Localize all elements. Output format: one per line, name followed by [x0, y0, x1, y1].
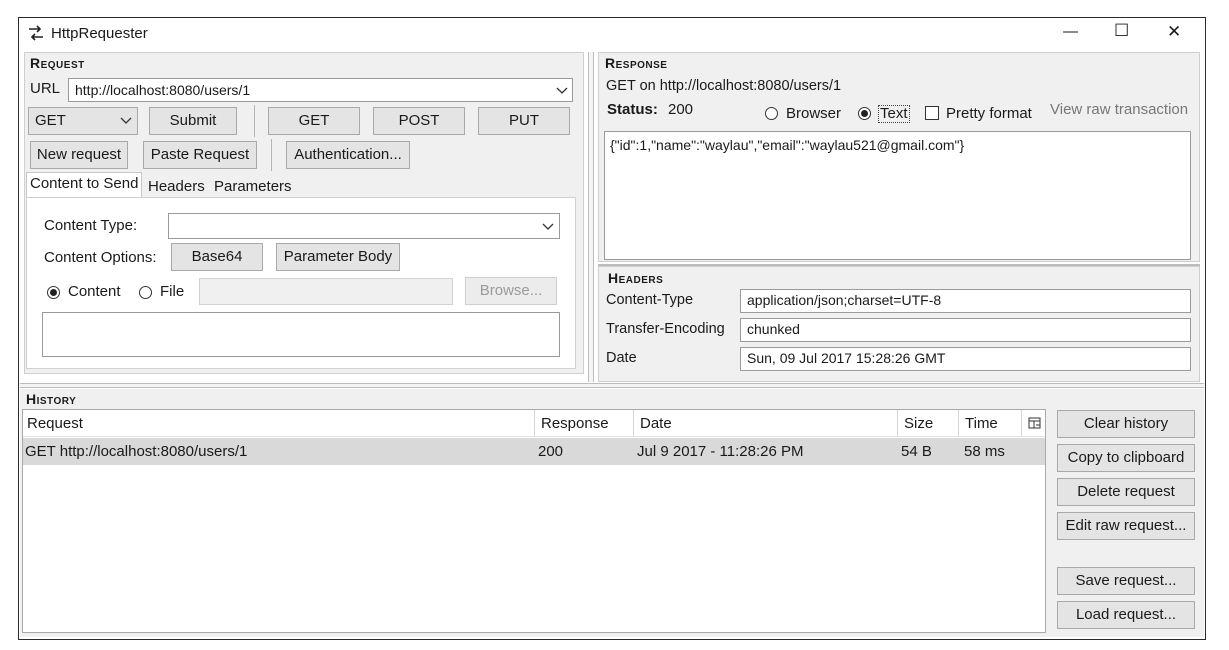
- browser-radio-label: Browser: [786, 105, 842, 122]
- header-name: Transfer-Encoding: [606, 321, 725, 337]
- post-button[interactable]: POST: [373, 107, 465, 135]
- toolbar-divider: [254, 105, 255, 137]
- row-request: GET http://localhost:8080/users/1: [25, 443, 248, 460]
- header-value[interactable]: application/json;charset=UTF-8: [740, 289, 1191, 313]
- panel-splitter[interactable]: [588, 52, 594, 382]
- headers-section-title: Headers: [608, 270, 664, 286]
- column-divider: [897, 410, 898, 436]
- pretty-format-checkbox[interactable]: [925, 106, 939, 120]
- edit-raw-request-button[interactable]: Edit raw request...: [1057, 512, 1195, 540]
- delete-request-button[interactable]: Delete request: [1057, 478, 1195, 506]
- content-type-chevron-down-icon: [542, 223, 554, 230]
- headers-divider: [598, 264, 1200, 266]
- base64-button[interactable]: Base64: [171, 243, 263, 271]
- url-label: URL: [30, 80, 61, 97]
- paste-request-button[interactable]: Paste Request: [143, 141, 257, 169]
- response-summary: GET on http://localhost:8080/users/1: [606, 78, 842, 94]
- text-radio[interactable]: [858, 107, 871, 120]
- text-radio-label: Text: [878, 105, 910, 123]
- column-header-request[interactable]: Request: [27, 415, 83, 432]
- save-request-button[interactable]: Save request...: [1057, 567, 1195, 595]
- new-request-button[interactable]: New request: [30, 141, 128, 169]
- row-time: 58 ms: [964, 443, 1005, 460]
- tab-content-to-send[interactable]: Content to Send: [26, 172, 143, 198]
- get-button[interactable]: GET: [268, 107, 360, 135]
- url-input[interactable]: http://localhost:8080/users/1: [68, 78, 573, 102]
- history-splitter[interactable]: [20, 383, 1204, 388]
- column-divider: [633, 410, 634, 436]
- column-header-date[interactable]: Date: [640, 415, 672, 432]
- minimize-button[interactable]: —: [1063, 23, 1078, 40]
- header-name: Content-Type: [606, 292, 694, 308]
- clear-history-button[interactable]: Clear history: [1057, 410, 1195, 438]
- load-request-button[interactable]: Load request...: [1057, 601, 1195, 629]
- column-divider: [1021, 410, 1022, 436]
- row-date: Jul 9 2017 - 11:28:26 PM: [637, 443, 804, 460]
- header-name: Date: [606, 350, 637, 366]
- column-header-response[interactable]: Response: [541, 415, 609, 432]
- authentication-button[interactable]: Authentication...: [286, 141, 410, 169]
- view-raw-transaction-link[interactable]: View raw transaction: [1050, 101, 1188, 118]
- url-dropdown-chevron-icon[interactable]: [556, 87, 568, 95]
- app-icon: [27, 24, 45, 42]
- tab-headers[interactable]: Headers: [144, 175, 209, 199]
- history-section-title: History: [26, 391, 77, 407]
- method-chevron-down-icon: [120, 117, 132, 124]
- status-label: Status:: [607, 101, 658, 118]
- window-title: HttpRequester: [51, 25, 148, 42]
- file-path-input[interactable]: [199, 278, 453, 305]
- header-value[interactable]: chunked: [740, 318, 1191, 342]
- tab-parameters[interactable]: Parameters: [210, 175, 296, 199]
- content-type-label: Content Type:: [44, 217, 138, 234]
- content-options-label: Content Options:: [44, 249, 157, 266]
- browse-button[interactable]: Browse...: [465, 277, 557, 305]
- request-section-title: Request: [30, 55, 85, 71]
- content-radio[interactable]: [47, 286, 60, 299]
- column-header-time[interactable]: Time: [965, 415, 998, 432]
- column-chooser-icon[interactable]: [1028, 417, 1042, 430]
- method-select-value: GET: [35, 112, 66, 129]
- response-body[interactable]: {"id":1,"name":"waylau","email":"waylau5…: [604, 131, 1191, 260]
- content-radio-label: Content: [68, 283, 121, 300]
- column-divider: [534, 410, 535, 436]
- close-button[interactable]: ✕: [1167, 22, 1181, 42]
- row-size: 54 B: [901, 443, 932, 460]
- column-header-size[interactable]: Size: [904, 415, 933, 432]
- maximize-button[interactable]: ☐: [1114, 21, 1129, 41]
- content-type-select[interactable]: [168, 213, 560, 239]
- pretty-format-label: Pretty format: [946, 105, 1032, 122]
- content-body-textarea[interactable]: [42, 312, 560, 357]
- file-radio-label: File: [160, 283, 185, 300]
- status-value: 200: [668, 101, 694, 118]
- copy-to-clipboard-button[interactable]: Copy to clipboard: [1057, 444, 1195, 472]
- column-divider: [958, 410, 959, 436]
- response-section-title: Response: [605, 55, 668, 71]
- row-response: 200: [538, 443, 564, 460]
- submit-button[interactable]: Submit: [149, 107, 237, 135]
- header-value[interactable]: Sun, 09 Jul 2017 15:28:26 GMT: [740, 347, 1191, 371]
- parameter-body-button[interactable]: Parameter Body: [276, 243, 400, 271]
- put-button[interactable]: PUT: [478, 107, 570, 135]
- file-radio[interactable]: [139, 286, 152, 299]
- browser-radio[interactable]: [765, 107, 778, 120]
- toolbar-divider-2: [271, 139, 272, 171]
